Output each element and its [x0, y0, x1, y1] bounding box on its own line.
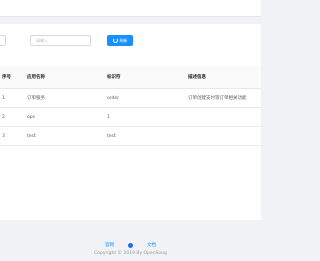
app-table: 序号 应用名称 标识符 描述信息 1 订单服务 order 订单创建支付等订单相…: [0, 66, 261, 146]
top-header: [0, 0, 261, 17]
copyright-text: Copyright © 2019 By OpenSoug: [94, 251, 167, 256]
row-app-name: ops: [27, 114, 35, 120]
column-header-app-name: 应用名称: [27, 75, 45, 80]
table-row[interactable]: 3 test test: [0, 127, 261, 146]
column-header-index: 序号: [2, 75, 11, 80]
row-identifier: 1: [107, 114, 110, 120]
row-identifier: order: [107, 95, 119, 101]
search-bar: 刷新: [0, 35, 261, 47]
row-identifier: test: [107, 133, 116, 139]
table-row[interactable]: 1 订单服务 order 订单创建支付等订单相关功能: [0, 89, 261, 108]
row-index: 1: [2, 95, 5, 101]
row-index: 2: [2, 114, 5, 120]
column-header-description: 描述信息: [188, 75, 206, 80]
row-app-name: test: [27, 133, 36, 139]
refresh-button[interactable]: 刷新: [107, 35, 133, 46]
footer-links: 官网 文档: [0, 241, 261, 249]
official-site-link[interactable]: 官网: [105, 242, 114, 248]
table-row[interactable]: 2 ops 1: [0, 108, 261, 127]
page: 刷新 序号 应用名称 标识符 描述信息 1 订单服务 order 订单创建支付等…: [0, 0, 261, 261]
table-header: 序号 应用名称 标识符 描述信息: [0, 66, 261, 89]
column-header-identifier: 标识符: [107, 75, 121, 80]
docs-link[interactable]: 文档: [147, 242, 156, 248]
row-description: 订单创建支付等订单相关功能: [188, 96, 247, 101]
content-card: 刷新 序号 应用名称 标识符 描述信息 1 订单服务 order 订单创建支付等…: [0, 24, 261, 220]
filter-field-stub[interactable]: [0, 35, 6, 46]
refresh-button-label: 刷新: [119, 37, 128, 43]
refresh-icon: [112, 38, 118, 43]
row-app-name: 订单服务: [27, 96, 45, 101]
github-icon[interactable]: [128, 242, 133, 248]
search-input[interactable]: [30, 35, 91, 46]
row-index: 3: [2, 133, 5, 139]
